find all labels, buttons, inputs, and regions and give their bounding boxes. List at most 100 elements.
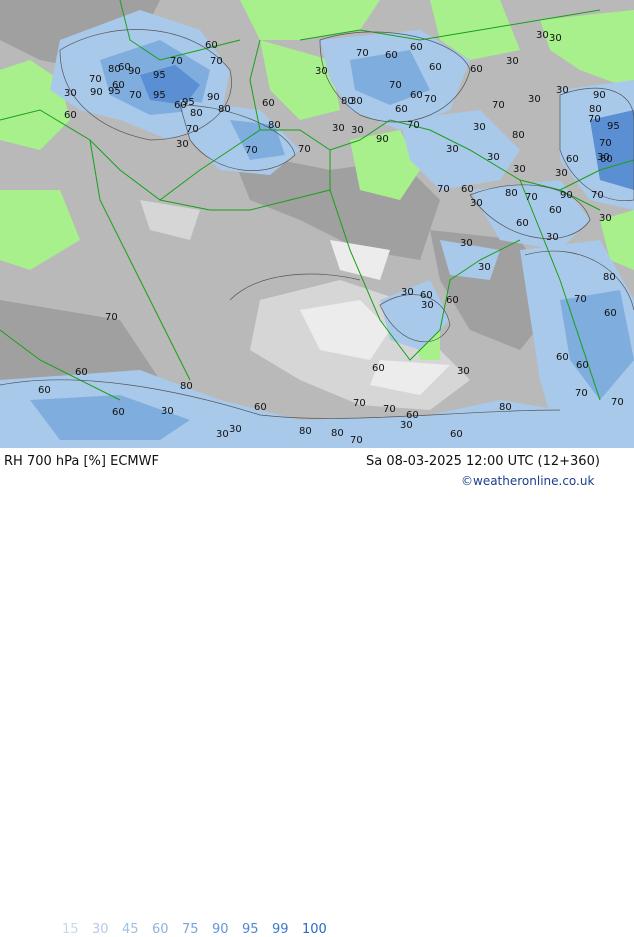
contour-label: 30: [536, 30, 549, 41]
legend-value: 15: [62, 922, 79, 937]
contour-label: 60: [410, 90, 423, 101]
contour-label: 60: [38, 385, 51, 396]
contour-label: 30: [229, 424, 242, 435]
contour-label: 70: [437, 184, 450, 195]
contour-label: 80: [603, 272, 616, 283]
contour-label: 30: [599, 213, 612, 224]
contour-label: 60: [112, 407, 125, 418]
contour-label: 90: [207, 92, 220, 103]
contour-label: 30: [528, 94, 541, 105]
contour-label: 30: [556, 85, 569, 96]
contour-label: 30: [506, 56, 519, 67]
contour-label: 30: [64, 88, 77, 99]
legend-value: 45: [122, 922, 139, 937]
contour-label: 60: [600, 154, 613, 165]
legend-value: 30: [92, 922, 109, 937]
contour-label: 90: [560, 190, 573, 201]
contour-label: 30: [546, 232, 559, 243]
contour-label: 80: [218, 104, 231, 115]
legend-value: 95: [242, 922, 259, 937]
contour-label: 30: [400, 420, 413, 431]
contour-label: 70: [591, 190, 604, 201]
contour-label: 60: [75, 367, 88, 378]
contour-label: 30: [332, 123, 345, 134]
contour-label: 60: [372, 363, 385, 374]
contour-label: 95: [607, 121, 620, 132]
contour-label: 60: [254, 402, 267, 413]
contour-label: 30: [549, 33, 562, 44]
contour-label: 80: [505, 188, 518, 199]
valid-datetime: Sa 08-03-2025 12:00 UTC (12+360): [366, 454, 600, 469]
contour-label: 30: [401, 287, 414, 298]
contour-label: 80: [512, 130, 525, 141]
contour-label: 90: [90, 87, 103, 98]
contour-label: 80: [299, 426, 312, 437]
contour-label: 80: [190, 108, 203, 119]
contour-label: 60: [385, 50, 398, 61]
contour-label: 30: [176, 139, 189, 150]
contour-label: 60: [461, 184, 474, 195]
contour-label: 60: [410, 42, 423, 53]
contour-label: 70: [210, 56, 223, 67]
contour-label: 70: [525, 192, 538, 203]
color-legend: 15 30 45 60 75 90 95 99 100: [62, 922, 332, 937]
chart-title: RH 700 hPa [%] ECMWF: [4, 454, 159, 469]
legend-value: 90: [212, 922, 229, 937]
contour-label: 60: [429, 62, 442, 73]
contour-label: 30: [446, 144, 459, 155]
contour-label: 90: [128, 66, 141, 77]
contour-label: 70: [407, 120, 420, 131]
contour-label: 30: [161, 406, 174, 417]
contour-label: 95: [153, 90, 166, 101]
contour-label: 70: [389, 80, 402, 91]
legend-value: 100: [302, 922, 327, 937]
contour-label: 70: [350, 435, 363, 446]
contour-label: 30: [460, 238, 473, 249]
contour-label: 70: [353, 398, 366, 409]
credit-link[interactable]: ©weatheronline.co.uk: [461, 474, 594, 488]
contour-label: 70: [492, 100, 505, 111]
contour-label: 30: [216, 429, 229, 440]
contour-label: 80: [268, 120, 281, 131]
contour-label: 70: [105, 312, 118, 323]
contour-label: 30: [487, 152, 500, 163]
contour-label: 70: [575, 388, 588, 399]
contour-label: 60: [262, 98, 275, 109]
contour-label: 30: [457, 366, 470, 377]
contour-label: 70: [89, 74, 102, 85]
map-canvas: 6070 706080 90 95706030 706090959580 80709590…: [0, 0, 634, 448]
contour-label: 70: [245, 145, 258, 156]
contour-label: 70: [424, 94, 437, 105]
contour-label: 80: [108, 64, 121, 75]
contour-label: 30: [473, 122, 486, 133]
contour-label: 70: [186, 124, 199, 135]
contour-label: 60: [174, 100, 187, 111]
contour-label: 60: [549, 205, 562, 216]
contour-label: 90: [593, 90, 606, 101]
contour-label: 90: [376, 134, 389, 145]
contour-label: 30: [478, 262, 491, 273]
contour-label: 80: [180, 381, 193, 392]
contour-label: 60: [470, 64, 483, 75]
contour-label: 70: [383, 404, 396, 415]
contour-label: 95: [153, 70, 166, 81]
contour-label: 70: [298, 144, 311, 155]
contour-label: 70: [611, 397, 624, 408]
contour-label: 30: [421, 300, 434, 311]
contour-label: 80: [499, 402, 512, 413]
rh-map: 60 70 70 60 80 90 95 70 60 30 70 60 90 95 95 80 80 70 95 90…: [0, 0, 634, 448]
contour-label: 70: [588, 114, 601, 125]
contour-label: 70: [170, 56, 183, 67]
contour-label: 70: [356, 48, 369, 59]
contour-label: 60: [556, 352, 569, 363]
contour-label: 70: [574, 294, 587, 305]
contour-label: 30: [470, 198, 483, 209]
contour-label: 60: [450, 429, 463, 440]
contour-label: 60: [395, 104, 408, 115]
contour-label: 60: [576, 360, 589, 371]
contour-label: 80: [589, 104, 602, 115]
contour-label: 70: [599, 138, 612, 149]
legend-value: 75: [182, 922, 199, 937]
contour-label: 30: [555, 168, 568, 179]
legend-value: 60: [152, 922, 169, 937]
